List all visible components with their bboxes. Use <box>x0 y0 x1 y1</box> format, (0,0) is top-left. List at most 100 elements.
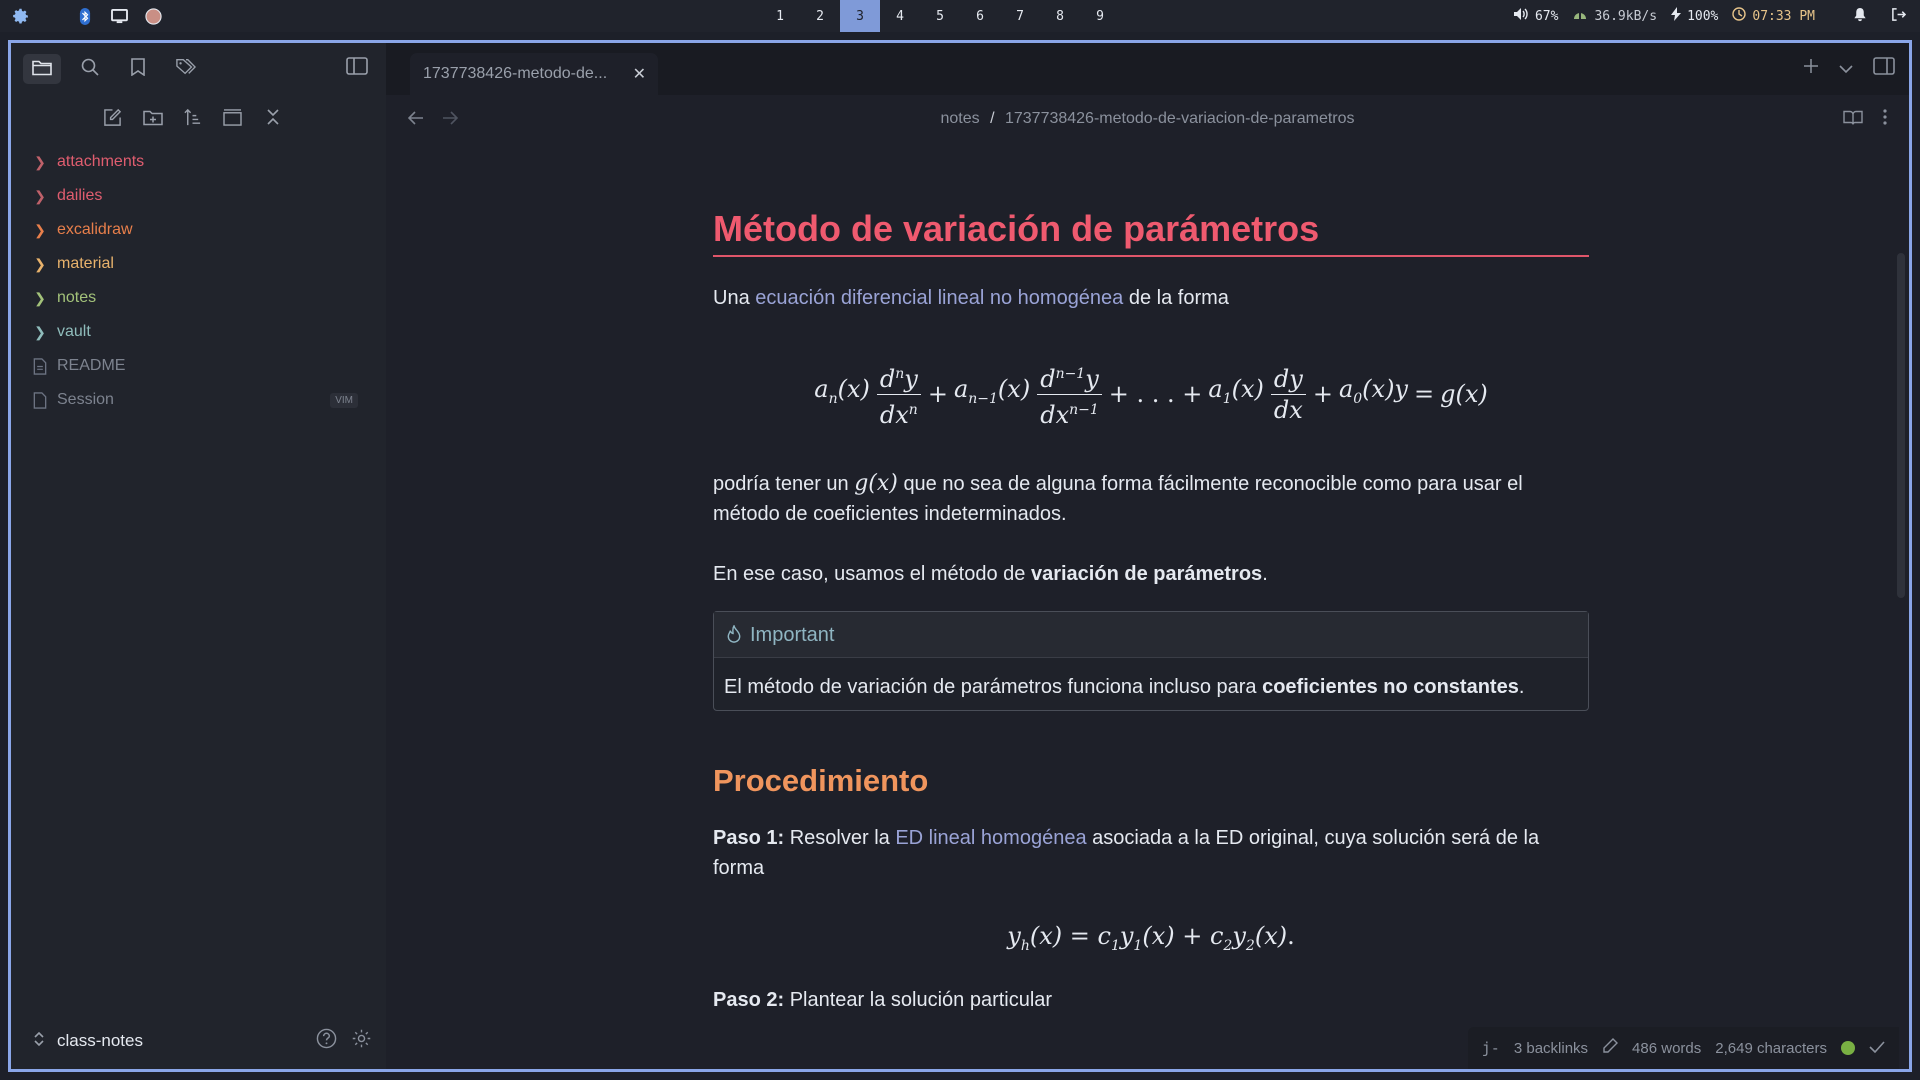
workspace-9[interactable]: 9 <box>1080 0 1120 32</box>
breadcrumb: notes / 1737738426-metodo-de-variacion-d… <box>386 110 1909 128</box>
heading-procedimiento: Procedimiento <box>713 763 929 798</box>
view-actions <box>1843 108 1887 130</box>
close-icon[interactable]: ✕ <box>633 64 646 84</box>
vertical-scrollbar[interactable] <box>1897 253 1905 598</box>
editor-area: 1737738426-metodo-de... ✕ notes / 173773… <box>386 43 1909 1069</box>
vault-switcher[interactable]: class-notes <box>11 1013 386 1069</box>
clock-icon <box>1732 7 1747 25</box>
plus-icon[interactable] <box>1803 58 1819 78</box>
text-run: El método de variación de parámetros fun… <box>724 676 1257 698</box>
paragraph-step1: Paso 1: Resolver la ED lineal homogénea … <box>713 823 1589 883</box>
settings-gear-icon[interactable] <box>351 1028 372 1054</box>
callout-header[interactable]: Important <box>714 612 1588 658</box>
collapse-sidebar-button[interactable] <box>341 53 373 83</box>
file-readme[interactable]: README <box>31 349 386 383</box>
file-session[interactable]: Session VIM <box>31 383 386 417</box>
tray-left <box>12 0 162 32</box>
logout-icon[interactable] <box>1891 7 1907 26</box>
file-label: Session <box>57 391 114 408</box>
workspace-2[interactable]: 2 <box>800 0 840 32</box>
right-sidebar-toggle-icon[interactable] <box>1873 57 1895 79</box>
gear-icon[interactable] <box>12 7 30 25</box>
auto-reveal-button[interactable] <box>220 106 246 132</box>
check-icon[interactable] <box>1869 1040 1885 1057</box>
battery-indicator[interactable]: 100% <box>1671 7 1718 25</box>
internal-link[interactable]: ecuación diferencial lineal no homogénea <box>755 287 1123 309</box>
folder-plus-icon <box>142 109 163 130</box>
note-tab[interactable]: 1737738426-metodo-de... ✕ <box>410 53 658 95</box>
folder-label: notes <box>57 289 97 306</box>
tab-bar-actions <box>1803 51 1895 85</box>
step-label: Paso 2: <box>713 988 785 1011</box>
status-bar: j- 3 backlinks 486 words 2,649 character… <box>1467 1027 1899 1069</box>
clock-time: 07:33 PM <box>1752 8 1815 24</box>
chevron-right-icon: ❯ <box>34 289 46 306</box>
new-folder-button[interactable] <box>140 106 166 132</box>
search-tab-button[interactable] <box>71 54 109 84</box>
sidebar-tab-row <box>11 43 386 95</box>
sync-status-dot[interactable] <box>1841 1041 1855 1055</box>
chevron-down-icon[interactable] <box>1839 59 1853 78</box>
breadcrumb-folder[interactable]: notes <box>940 110 979 127</box>
folder-dailies[interactable]: ❯ dailies <box>31 179 386 213</box>
sort-button[interactable] <box>180 106 206 132</box>
text-run: En ese caso, usamos el método de <box>713 563 1026 585</box>
search-icon <box>81 58 99 80</box>
monitor-icon[interactable] <box>110 7 128 25</box>
bell-icon[interactable] <box>1853 7 1867 26</box>
tags-tab-button[interactable] <box>167 54 205 84</box>
files-tab-button[interactable] <box>23 54 61 84</box>
workspace-1[interactable]: 1 <box>760 0 800 32</box>
bookmarks-tab-button[interactable] <box>119 54 157 84</box>
callout-body: El método de variación de parámetros fun… <box>714 658 1588 710</box>
internal-link[interactable]: ED lineal homogénea <box>895 827 1086 849</box>
note-content: Método de variación de parámetros Una ec… <box>713 143 1589 1015</box>
workspace-5[interactable]: 5 <box>920 0 960 32</box>
pencil-icon[interactable] <box>1602 1038 1619 1058</box>
folder-vault[interactable]: ❯ vault <box>31 315 386 349</box>
file-icon <box>31 357 49 375</box>
new-note-button[interactable] <box>100 106 126 132</box>
paragraph-intro: Una ecuación diferencial lineal no homog… <box>713 283 1589 313</box>
folder-notes[interactable]: ❯ notes <box>31 281 386 315</box>
folder-label: dailies <box>57 187 103 204</box>
text-run: Plantear la solución particular <box>789 988 1053 1011</box>
app-window: ❯ attachments ❯ dailies ❯ excalidraw ❯ m… <box>8 40 1912 1072</box>
text-run: Resolver la <box>789 827 890 849</box>
folder-attachments[interactable]: ❯ attachments <box>31 145 386 179</box>
workspace-7[interactable]: 7 <box>1000 0 1040 32</box>
folder-label: attachments <box>57 153 145 170</box>
tab-bar: 1737738426-metodo-de... ✕ <box>386 43 1909 95</box>
backlinks-count[interactable]: 3 backlinks <box>1514 1040 1588 1057</box>
book-open-icon[interactable] <box>1843 109 1863 130</box>
equation-homogeneous-solution: yh(x) = c1y1(x) + c2y2(x). <box>1007 922 1295 954</box>
chevron-right-icon: ❯ <box>34 221 46 238</box>
character-count: 2,649 characters <box>1715 1039 1827 1057</box>
callout-important: Important El método de variación de pará… <box>713 611 1589 711</box>
vault-tools <box>316 1028 372 1054</box>
volume-indicator[interactable]: 67% <box>1513 7 1558 25</box>
word-count: 486 words <box>1632 1039 1702 1057</box>
edit-icon <box>103 108 122 131</box>
help-icon[interactable] <box>316 1028 337 1054</box>
workspace-3[interactable]: 3 <box>840 0 880 32</box>
bluetooth-icon[interactable] <box>76 7 94 25</box>
network-indicator[interactable]: 36.9kB/s <box>1572 7 1657 25</box>
workspace-4[interactable]: 4 <box>880 0 920 32</box>
workspace-8[interactable]: 8 <box>1040 0 1080 32</box>
text-run: Una <box>713 287 750 309</box>
breadcrumb-file[interactable]: 1737738426-metodo-de-variacion-de-parame… <box>1005 110 1355 127</box>
sort-icon <box>183 108 202 131</box>
folder-excalidraw[interactable]: ❯ excalidraw <box>31 213 386 247</box>
collapse-all-button[interactable] <box>260 106 286 132</box>
git-branch-icon: j- <box>1481 1039 1500 1057</box>
more-options-icon[interactable] <box>1883 108 1887 130</box>
text-run: . <box>1518 676 1525 698</box>
workspace-6[interactable]: 6 <box>960 0 1000 32</box>
reveal-icon <box>223 108 242 130</box>
folder-material[interactable]: ❯ material <box>31 247 386 281</box>
record-icon[interactable] <box>144 7 162 25</box>
chevron-right-icon: ❯ <box>34 187 46 204</box>
system-bar: 1 2 3 4 5 6 7 8 9 67% 36.9kB/s 100% 07:3… <box>0 0 1920 32</box>
clock-indicator[interactable]: 07:33 PM <box>1732 7 1815 25</box>
